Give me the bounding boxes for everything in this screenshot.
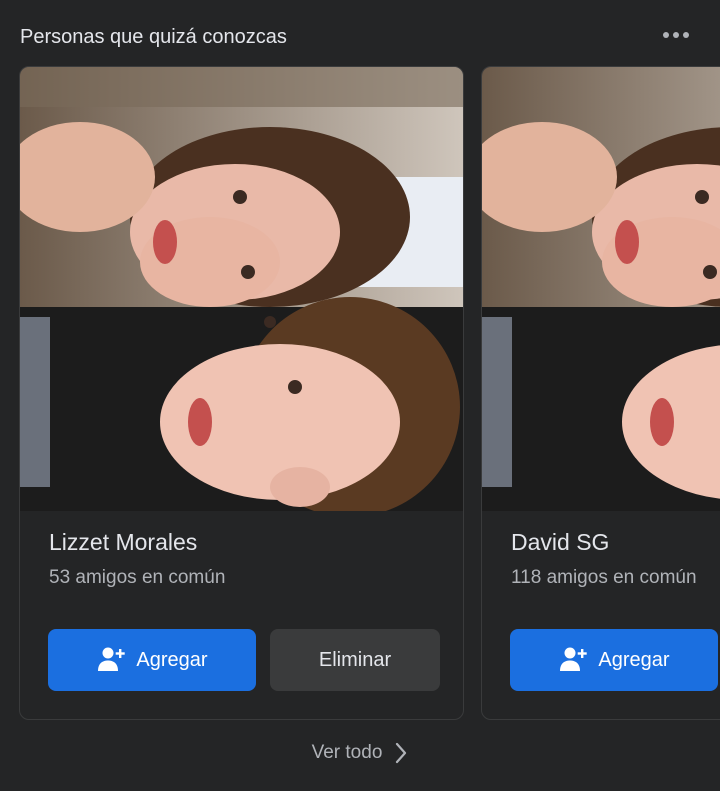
mutual-friends-count[interactable]: 118 amigos en común [511, 567, 697, 589]
more-options-icon-dot [673, 32, 679, 38]
chevron-right-icon [396, 742, 407, 764]
add-friend-label: Agregar [136, 648, 208, 671]
profile-photo[interactable] [20, 67, 463, 511]
profile-photo-image [20, 67, 463, 511]
more-options-button[interactable] [656, 22, 696, 48]
section-title: Personas que quizá conozcas [20, 26, 287, 48]
profile-photo[interactable] [482, 67, 720, 511]
add-friend-icon [560, 647, 588, 671]
see-all-label: Ver todo [311, 742, 383, 763]
person-name[interactable]: David SG [511, 529, 609, 556]
add-friend-button[interactable]: Agregar [510, 629, 718, 691]
more-options-icon-dot [683, 32, 689, 38]
people-you-may-know-section: Personas que quizá conozcas Lizzet Moral… [0, 0, 720, 791]
profile-photo-image [482, 67, 720, 511]
suggestion-card: David SG 118 amigos en común Agregar [481, 66, 720, 720]
mutual-friends-count[interactable]: 53 amigos en común [49, 567, 225, 589]
see-all-link[interactable]: Ver todo [0, 742, 720, 764]
more-options-icon [663, 32, 669, 38]
section-header: Personas que quizá conozcas [20, 22, 700, 52]
remove-suggestion-button[interactable]: Eliminar [270, 629, 440, 691]
add-friend-label: Agregar [598, 648, 670, 671]
suggestion-card: Lizzet Morales 53 amigos en común Agrega… [19, 66, 464, 720]
add-friend-button[interactable]: Agregar [48, 629, 256, 691]
person-name[interactable]: Lizzet Morales [49, 529, 197, 556]
add-friend-icon [98, 647, 126, 671]
